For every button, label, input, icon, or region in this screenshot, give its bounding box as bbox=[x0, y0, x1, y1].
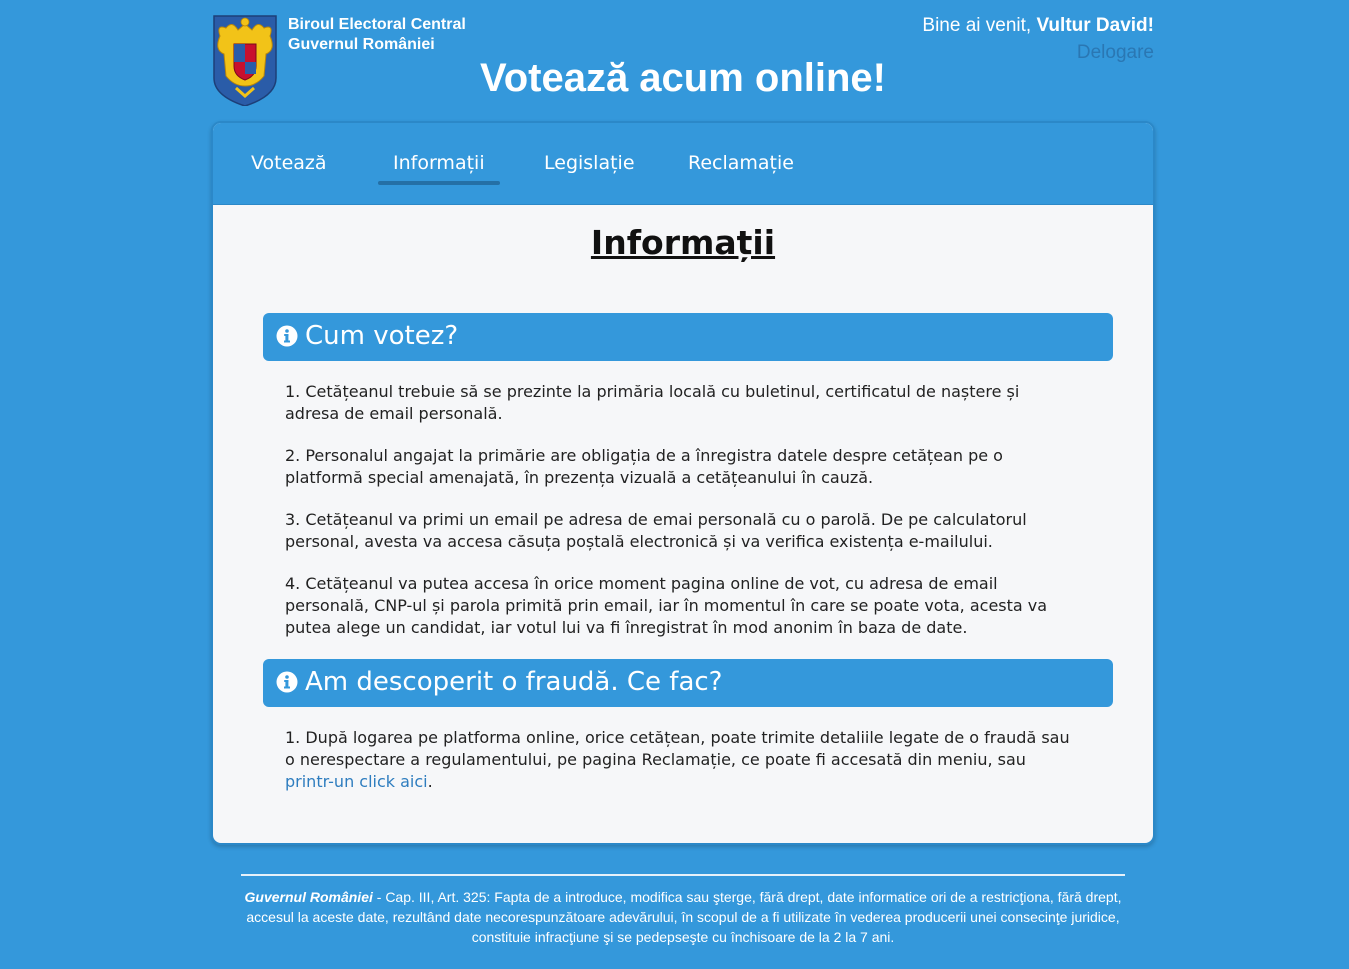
info-paragraph: 2. Personalul angajat la primărie are ob… bbox=[285, 446, 1003, 487]
main-title: Votează acum online! bbox=[479, 56, 886, 100]
section-title: Am descoperit o fraudă. Ce fac? bbox=[305, 667, 723, 697]
footer-divider bbox=[241, 874, 1125, 876]
footer-source: Guvernul României bbox=[244, 889, 373, 905]
content-card: Votează Informații Legislație Reclamație… bbox=[211, 121, 1155, 845]
footer-text: - Cap. III, Art. 325: Fapta de a introdu… bbox=[246, 889, 1122, 945]
info-paragraph: 3. Cetățeanul va primi un email pe adres… bbox=[285, 510, 1027, 551]
site-header: Biroul Electoral Central Guvernul Români… bbox=[212, 12, 1154, 112]
section-title: Cum votez? bbox=[305, 321, 459, 351]
info-paragraph: 1. După logarea pe platforma online, ori… bbox=[285, 727, 1075, 793]
paragraph-text: 1. După logarea pe platforma online, ori… bbox=[285, 728, 1070, 769]
info-circle-icon bbox=[276, 325, 298, 347]
info-paragraph: 4. Cetățeanul va putea accesa în orice m… bbox=[285, 574, 1048, 637]
paragraph-suffix: . bbox=[427, 772, 433, 791]
info-circle-icon bbox=[276, 671, 298, 693]
nav-item-reclamatie[interactable]: Reclamație bbox=[688, 152, 794, 174]
reclamatie-link[interactable]: printr-un click aici bbox=[285, 772, 428, 791]
nav-item-informatii[interactable]: Informații bbox=[378, 152, 500, 185]
nav-item-legislatie[interactable]: Legislație bbox=[544, 152, 635, 174]
section-header-frauda: Am descoperit o fraudă. Ce fac? bbox=[263, 659, 1113, 707]
main-nav: Votează Informații Legislație Reclamație bbox=[213, 123, 1153, 205]
org-line-2: Guvernul României bbox=[288, 36, 435, 53]
info-paragraph: 1. Cetățeanul trebuie să se prezinte la … bbox=[285, 382, 1020, 423]
page-title: Informații bbox=[590, 223, 776, 262]
user-name: Vultur David! bbox=[1036, 15, 1154, 36]
org-line-1: Biroul Electoral Central bbox=[288, 16, 466, 33]
section-header-cum-votez: Cum votez? bbox=[263, 313, 1113, 361]
welcome-message: Bine ai venit, Vultur David! bbox=[922, 15, 1154, 37]
nav-item-voteaza[interactable]: Votează bbox=[251, 152, 327, 174]
legal-footer: Guvernul României - Cap. III, Art. 325: … bbox=[230, 887, 1136, 947]
organization-name: Biroul Electoral Central Guvernul Români… bbox=[288, 15, 466, 55]
welcome-prefix: Bine ai venit, bbox=[922, 15, 1037, 36]
